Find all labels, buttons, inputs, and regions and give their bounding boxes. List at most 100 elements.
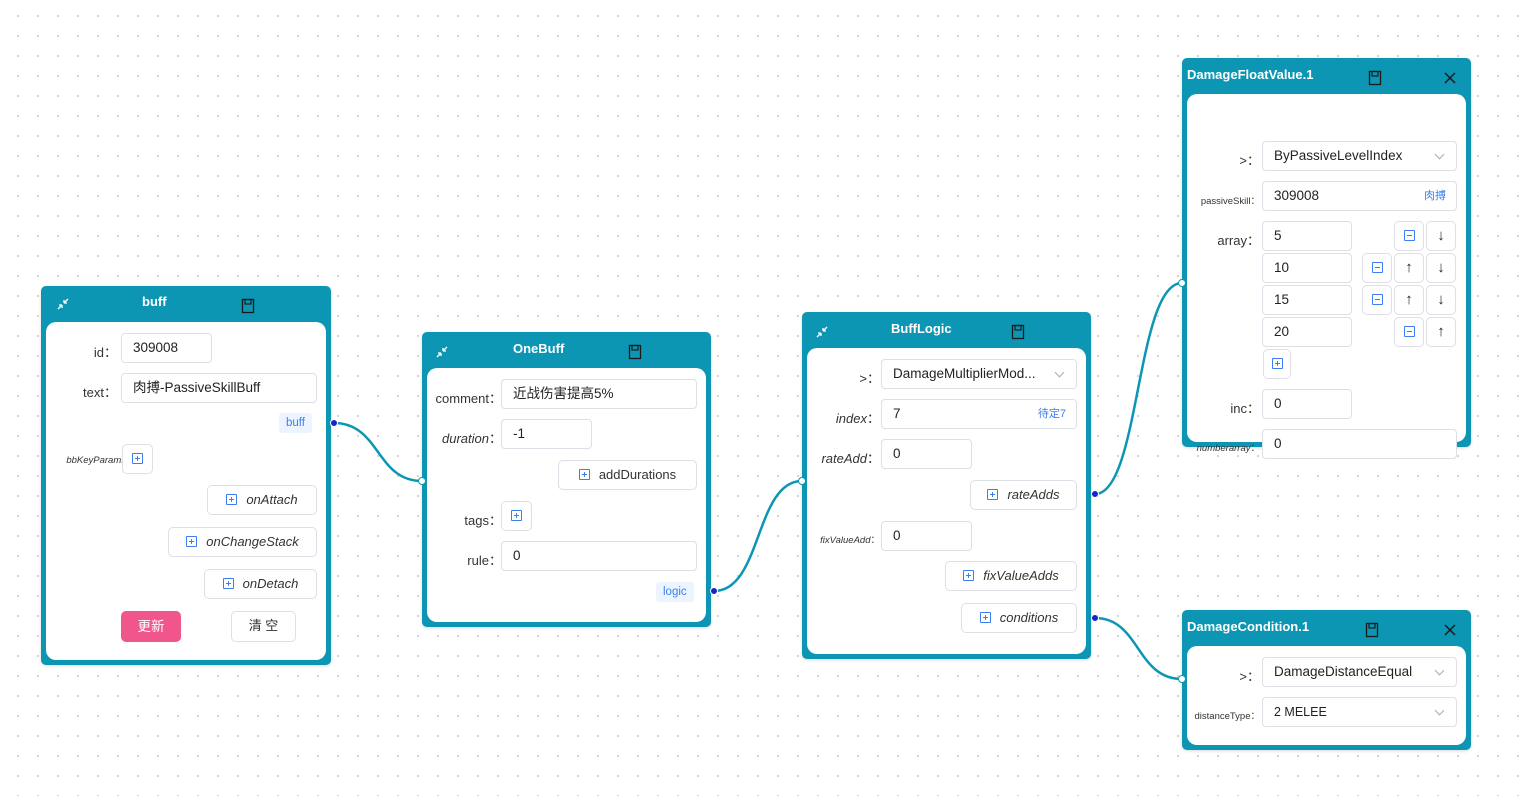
onebuff-node-body: comment： 近战伤害提高5% duration： -1 addDurati… — [427, 368, 706, 622]
onebuff-input-port[interactable] — [418, 477, 426, 485]
array-item-remove-button[interactable] — [1394, 317, 1424, 347]
bufflogic-input-port[interactable] — [798, 477, 806, 485]
wire-buff-to-onebuff — [333, 421, 423, 483]
field-label-text: text： — [83, 385, 117, 400]
ondetach-add-button[interactable]: onDetach — [204, 569, 317, 599]
distancetype-select[interactable]: 2 MELEE — [1262, 697, 1457, 727]
fixvalueadds-add-button[interactable]: fixValueAdds — [945, 561, 1077, 591]
arrow-up-icon: ↑ — [1437, 323, 1445, 340]
index-suffix: 待定7 — [1037, 408, 1066, 420]
wire-bufflogic-to-damagecondition — [1094, 616, 1183, 681]
array-item-input[interactable]: 10 — [1262, 253, 1352, 283]
remove-icon — [1403, 230, 1415, 241]
collapse-icon[interactable] — [434, 344, 450, 360]
close-icon[interactable] — [1442, 622, 1458, 638]
onebuff-node-header[interactable]: OneBuff — [422, 332, 711, 366]
rateadds-add-button[interactable]: rateAdds — [970, 480, 1077, 510]
comment-input[interactable]: 近战伤害提高5% — [501, 379, 697, 409]
node-title: OneBuff — [513, 341, 565, 356]
numberarray-input[interactable]: 0 — [1262, 429, 1457, 459]
fixvalueadd-input[interactable]: 0 — [881, 521, 972, 551]
index-input[interactable]: 7 待定7 — [881, 399, 1077, 429]
damagefloatvalue-node-header[interactable]: DamageFloatValue.1 — [1182, 58, 1471, 92]
array-item-move-down-button[interactable]: ↓ — [1426, 253, 1456, 283]
array-item-move-up-button[interactable]: ↑ — [1426, 317, 1456, 347]
array-item-move-up-button[interactable]: ↑ — [1394, 285, 1424, 315]
tags-add-button[interactable] — [501, 501, 532, 531]
bufflogic-rateadds-output-port[interactable] — [1091, 490, 1099, 498]
logic-type-select[interactable]: DamageMultiplierMod... — [881, 359, 1077, 389]
remove-icon — [1403, 326, 1415, 337]
damagecondition-input-port[interactable] — [1178, 675, 1186, 683]
damagefloatvalue-input-port[interactable] — [1178, 279, 1186, 287]
save-icon[interactable] — [1010, 324, 1026, 340]
field-label-id: id： — [93, 345, 117, 360]
field-label-bbkeyparams: bbKeyParams — [66, 455, 126, 466]
duration-input[interactable]: -1 — [501, 419, 592, 449]
field-label-rule: rule： — [467, 553, 502, 568]
node-title: buff — [142, 294, 167, 309]
arrow-up-icon: ↑ — [1405, 291, 1413, 308]
node-title: DamageFloatValue.1 — [1187, 67, 1314, 82]
array-item-input[interactable]: 5 — [1262, 221, 1352, 251]
array-item-move-up-button[interactable]: ↑ — [1394, 253, 1424, 283]
collapse-icon[interactable] — [814, 324, 830, 340]
rule-input[interactable]: 0 — [501, 541, 697, 571]
arrow-up-icon: ↑ — [1405, 259, 1413, 276]
onchangestack-add-button[interactable]: onChangeStack — [168, 527, 317, 557]
buff-node[interactable]: buff id： 309008 text： 肉搏-PassiveSkillBuf… — [41, 286, 331, 665]
field-label-array: array： — [1217, 233, 1260, 248]
bufflogic-node-body: >： DamageMultiplierMod... index： 7 待定7 ra… — [807, 348, 1086, 654]
rateadd-input[interactable]: 0 — [881, 439, 972, 469]
save-icon[interactable] — [627, 344, 643, 360]
passiveskill-suffix: 肉搏 — [1424, 190, 1446, 202]
condition-type-select[interactable]: DamageDistanceEqual — [1262, 657, 1457, 687]
collapse-icon[interactable] — [55, 296, 71, 312]
field-label-index: index： — [835, 411, 880, 426]
bufflogic-node[interactable]: BuffLogic >： DamageMultiplierMod... inde… — [802, 312, 1091, 659]
array-item-remove-button[interactable] — [1362, 253, 1392, 283]
passiveskill-input[interactable]: 309008 肉搏 — [1262, 181, 1457, 211]
remove-icon — [1371, 294, 1383, 305]
id-input[interactable]: 309008 — [121, 333, 212, 363]
add-icon — [979, 612, 991, 623]
onebuff-output-port[interactable] — [710, 587, 718, 595]
add-icon — [132, 453, 143, 464]
onebuff-node[interactable]: OneBuff comment： 近战伤害提高5% duration： -1 a… — [422, 332, 711, 627]
add-icon — [963, 570, 975, 581]
onattach-add-button[interactable]: onAttach — [207, 485, 317, 515]
damagecondition-node-header[interactable]: DamageCondition.1 — [1182, 610, 1471, 644]
bufflogic-conditions-output-port[interactable] — [1091, 614, 1099, 622]
array-add-button[interactable] — [1263, 349, 1291, 379]
buff-node-header[interactable]: buff — [41, 286, 331, 320]
field-label-type: >： — [1239, 669, 1260, 684]
array-item-remove-button[interactable] — [1362, 285, 1392, 315]
field-label-passiveskill: passiveSkill： — [1200, 196, 1260, 207]
inc-input[interactable]: 0 — [1262, 389, 1352, 419]
damagecondition-node[interactable]: DamageCondition.1 >： DamageDistanceEqual… — [1182, 610, 1471, 750]
array-item-input[interactable]: 20 — [1262, 317, 1352, 347]
add-icon — [578, 469, 590, 480]
field-label-comment: comment： — [435, 391, 502, 406]
update-button[interactable]: 更新 — [121, 611, 181, 642]
adddurations-add-button[interactable]: addDurations — [558, 460, 697, 490]
bbkeyparams-add-button[interactable] — [122, 444, 153, 474]
add-icon — [222, 578, 234, 589]
save-icon[interactable] — [1364, 622, 1380, 638]
conditions-add-button[interactable]: conditions — [961, 603, 1077, 633]
bufflogic-node-header[interactable]: BuffLogic — [802, 312, 1091, 346]
damagefloatvalue-node[interactable]: DamageFloatValue.1 >： ByPassiveLevelInde… — [1182, 58, 1471, 459]
save-icon[interactable] — [1367, 70, 1383, 86]
float-type-select[interactable]: ByPassiveLevelIndex — [1262, 141, 1457, 171]
array-item-remove-button[interactable] — [1394, 221, 1424, 251]
close-icon[interactable] — [1442, 70, 1458, 86]
array-item-input[interactable]: 15 — [1262, 285, 1352, 315]
array-item-move-down-button[interactable]: ↓ — [1426, 221, 1456, 251]
buff-output-port[interactable] — [330, 419, 338, 427]
damagefloatvalue-node-body: >： ByPassiveLevelIndex passiveSkill： 309… — [1187, 94, 1466, 459]
save-icon[interactable] — [240, 298, 256, 314]
clear-button[interactable]: 清 空 — [231, 611, 296, 642]
arrow-down-icon: ↓ — [1437, 259, 1445, 276]
text-input[interactable]: 肉搏-PassiveSkillBuff — [121, 373, 317, 403]
array-item-move-down-button[interactable]: ↓ — [1426, 285, 1456, 315]
